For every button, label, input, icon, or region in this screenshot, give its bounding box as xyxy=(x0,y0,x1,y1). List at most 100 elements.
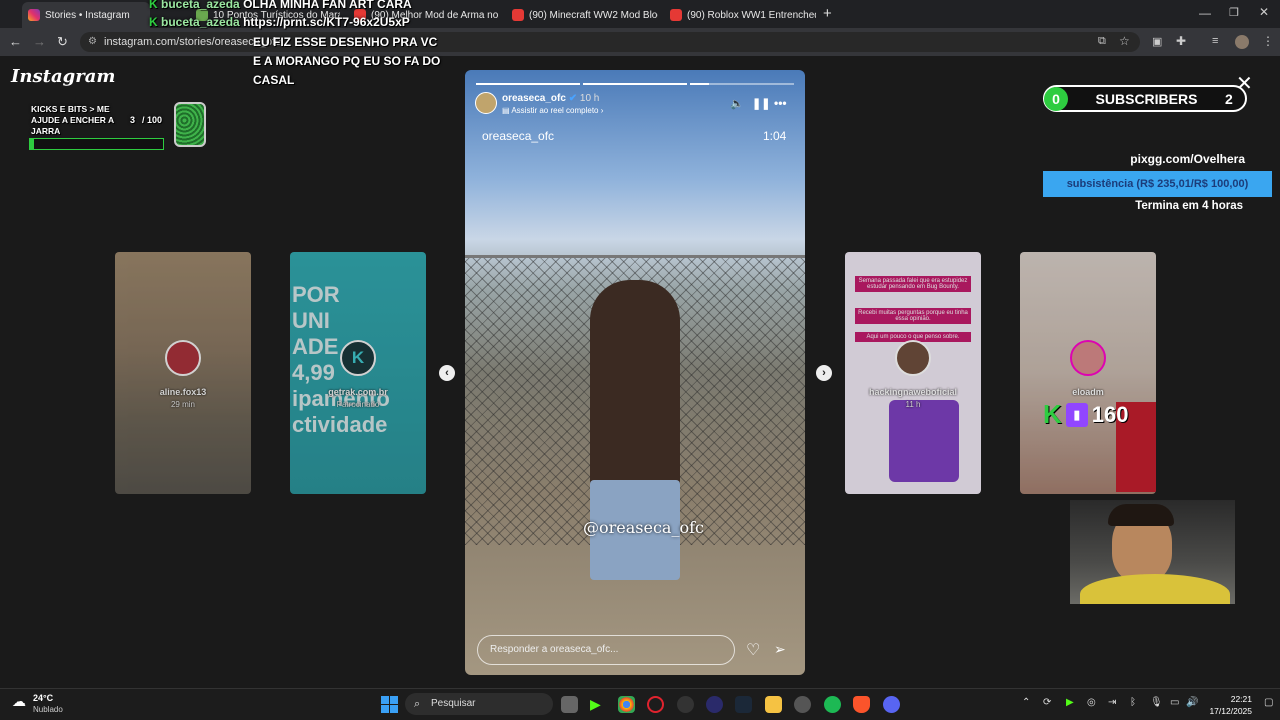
story-username-row[interactable]: oreaseca_ofc ✔ 10 h xyxy=(502,93,599,104)
kick-icon: K xyxy=(149,15,158,29)
reel-link[interactable]: ▤ Assistir ao reel completo › xyxy=(502,106,603,115)
chat-caption-line: E A MORANGO PQ EU SO FA DO xyxy=(253,54,441,68)
story-timer: 1:04 xyxy=(763,129,787,143)
close-window-icon[interactable]: ✕ xyxy=(1259,5,1269,19)
clock-time[interactable]: 22:21 xyxy=(1208,694,1252,704)
forward-icon[interactable]: → xyxy=(33,34,46,50)
profile-avatar[interactable] xyxy=(1235,35,1249,49)
story-progress-segment xyxy=(476,83,580,85)
story-username: oreaseca_ofc xyxy=(502,93,566,104)
tab-youtube-2[interactable]: (90) Minecraft WW2 Mod Block ✕ xyxy=(506,4,658,26)
story-preview-card[interactable]: aline.fox13 29 min xyxy=(115,252,251,494)
minimize-icon[interactable]: — xyxy=(1199,6,1211,20)
site-info-icon[interactable]: ⚙ xyxy=(88,32,97,52)
tray-icon[interactable]: ◎ xyxy=(1087,697,1096,708)
tab-label: (90) Roblox WW1 Entrenched ( xyxy=(687,9,816,21)
story-progress-segment xyxy=(690,83,794,85)
menu-dots-icon[interactable]: ⋮ xyxy=(1262,34,1274,48)
url-input[interactable]: ⚙ instagram.com/stories/oreaseca_ofc xyxy=(80,32,1140,52)
prev-story-button[interactable]: ‹ xyxy=(439,365,455,381)
search-icon: ⌕ xyxy=(414,698,421,710)
chat-message: https://prnt.sc/KT7-96x2U5xP xyxy=(243,15,410,29)
chat-message: OLHA MINHA FAN ART CARA xyxy=(243,0,412,11)
install-app-icon[interactable]: ⧉ xyxy=(1098,35,1106,48)
spotify-icon[interactable] xyxy=(824,696,841,713)
instagram-logo[interactable]: Instagram xyxy=(11,66,115,87)
bluetooth-icon[interactable]: ᛒ xyxy=(1130,697,1136,708)
extension-icon[interactable]: ▣ xyxy=(1152,35,1162,48)
tab-instagram[interactable]: Stories • Instagram xyxy=(22,2,150,28)
microphone-icon[interactable]: 🎙 xyxy=(1150,697,1163,708)
reload-icon[interactable]: ↻ xyxy=(57,34,68,50)
card-sponsored: Patrocinado xyxy=(336,400,380,409)
instagram-icon xyxy=(28,9,40,21)
opera-icon[interactable] xyxy=(647,696,664,713)
reel-icon: ▤ xyxy=(502,106,510,115)
tray-icon[interactable]: ⇥ xyxy=(1108,697,1116,708)
avatar xyxy=(165,340,201,376)
chevron-up-icon[interactable]: ⌃ xyxy=(1022,697,1030,708)
chat-line: K buceta_azeda OLHA MINHA FAN ART CARA xyxy=(149,0,412,11)
subscribers-left-count: 0 xyxy=(1044,86,1068,111)
story-preview-card[interactable]: Semana passada falei que era estupidez e… xyxy=(845,252,981,494)
reading-list-icon[interactable]: ≡ xyxy=(1212,35,1218,47)
avatar[interactable] xyxy=(475,92,497,114)
jar-count: 3 xyxy=(130,115,136,125)
story-preview-card[interactable]: POR UNI ADE 4,99 ipamento ctividade K ge… xyxy=(290,252,426,494)
steam-icon[interactable] xyxy=(735,696,752,713)
jar-total: / 100 xyxy=(142,115,163,125)
send-icon[interactable]: ➢ xyxy=(774,641,786,658)
more-options-icon[interactable]: ••• xyxy=(774,96,787,110)
reply-input[interactable]: Responder a oreaseca_ofc... xyxy=(477,635,735,665)
donation-goal-bar: subsistência (R$ 235,01/R$ 100,00) xyxy=(1043,171,1272,197)
kick-icon: K xyxy=(149,0,158,11)
volume-icon[interactable]: 🔊 xyxy=(1186,697,1198,708)
clock-date[interactable]: 17/12/2025 xyxy=(1200,706,1252,716)
brave-icon[interactable] xyxy=(853,696,870,713)
person-figure xyxy=(590,280,680,510)
post-text: Semana passada falei que era estupidez e… xyxy=(855,276,971,292)
weather-desc: Nublado xyxy=(33,705,63,714)
display-icon[interactable]: ▭ xyxy=(1170,697,1179,708)
sync-icon[interactable]: ⟳ xyxy=(1043,697,1051,708)
app-icon[interactable] xyxy=(794,696,811,713)
volume-icon[interactable]: 🔈 xyxy=(730,97,744,110)
twitch-icon: ▮ xyxy=(1065,402,1088,427)
file-explorer-icon[interactable] xyxy=(765,696,782,713)
discord-icon[interactable] xyxy=(883,696,900,713)
pix-url: pixgg.com/Ovelhera xyxy=(1130,152,1245,166)
subscribers-label: SUBSCRIBERS xyxy=(1095,90,1198,107)
card-username: aline.fox13 xyxy=(159,387,207,397)
chevron-right-icon: › xyxy=(600,106,604,115)
chat-caption-line: CASAL xyxy=(253,73,295,87)
kick-tray-icon[interactable]: ▶ xyxy=(1066,697,1074,708)
youtube-icon xyxy=(670,9,682,21)
new-tab-button[interactable]: + xyxy=(823,5,832,22)
card-username: hackingnaweboficial xyxy=(868,387,958,397)
heart-icon[interactable]: ♡ xyxy=(746,640,760,660)
avatar xyxy=(1070,340,1106,376)
restore-icon[interactable]: ❐ xyxy=(1229,6,1239,19)
task-view-icon[interactable] xyxy=(561,696,578,713)
tab-youtube-3[interactable]: (90) Roblox WW1 Entrenched ( ✕ xyxy=(664,4,816,26)
pause-icon[interactable]: ❚❚ xyxy=(752,97,770,110)
next-story-button[interactable]: › xyxy=(816,365,832,381)
windows-start-icon[interactable] xyxy=(381,696,398,713)
github-icon[interactable] xyxy=(677,696,694,713)
subscribers-right-count: 2 xyxy=(1225,90,1233,107)
chat-user: buceta_azeda xyxy=(161,0,240,11)
story-viewer[interactable]: oreaseca_ofc ✔ 10 h ▤ Assistir ao reel c… xyxy=(465,70,805,675)
avatar xyxy=(895,340,931,376)
puzzle-icon[interactable]: ✚ xyxy=(1176,34,1186,48)
bookmark-star-icon[interactable]: ☆ xyxy=(1119,34,1130,48)
back-icon[interactable]: ← xyxy=(9,34,22,50)
kick-app-icon[interactable]: ▶ xyxy=(590,696,607,713)
notification-icon[interactable]: ▢ xyxy=(1264,697,1273,708)
app-icon[interactable] xyxy=(706,696,723,713)
weather-icon[interactable]: ☁ xyxy=(12,693,26,710)
chrome-icon[interactable] xyxy=(618,696,635,713)
getrak-logo-icon: K xyxy=(340,340,376,376)
webcam-feed xyxy=(1070,500,1235,604)
taskbar-search-input[interactable]: ⌕ Pesquisar xyxy=(405,693,553,715)
story-preview-card[interactable]: eloadm xyxy=(1020,252,1156,494)
